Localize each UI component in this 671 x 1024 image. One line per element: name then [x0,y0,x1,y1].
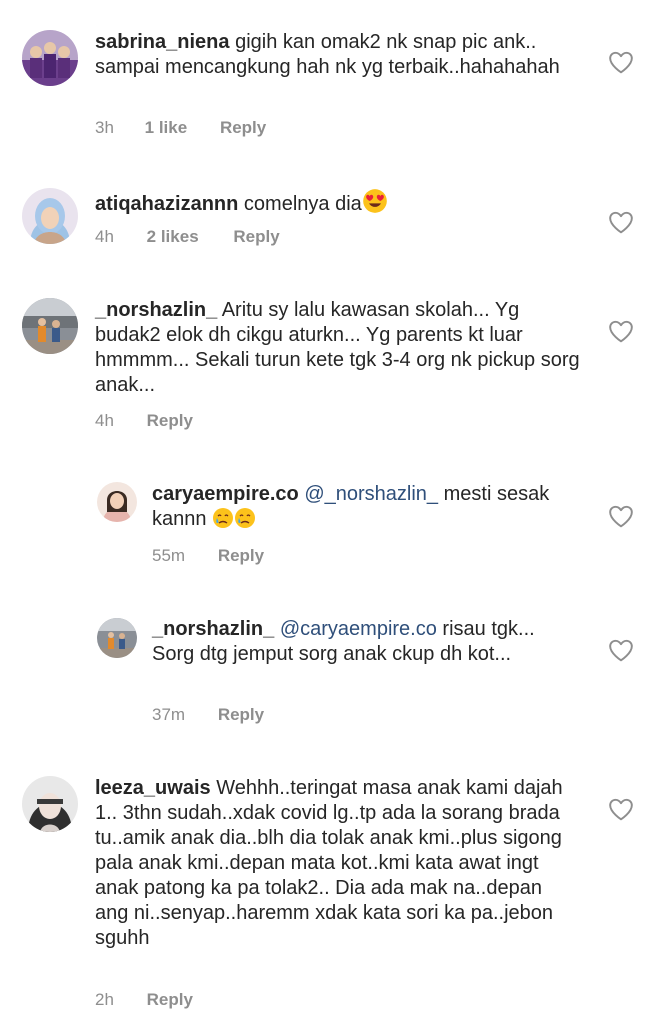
comment-meta: 55m Reply [152,546,264,566]
avatar[interactable] [97,482,137,522]
comment-username[interactable]: _norshazlin_ [152,618,274,640]
comment-body: Wehhh..teringat masa anak kami dajah 1..… [95,777,563,949]
comment-body: comelnya dia [243,193,362,215]
comment-text: caryaempire.co @_norshazlin_ mesti sesak… [152,482,552,532]
comment-time: 2h [95,990,114,1009]
comment-text: sabrina_niena gigih kan omak2 nk snap pi… [95,30,565,80]
comment-item: leeza_uwais Wehhh..teringat masa anak ka… [0,740,671,1024]
comment-time: 55m [152,546,186,565]
comment-item: sabrina_niena gigih kan omak2 nk snap pi… [0,0,671,150]
mention-link[interactable]: @_norshazlin_ [304,483,438,505]
comment-meta: 4h Reply [95,411,193,431]
like-heart-icon[interactable] [608,50,634,74]
reply-button[interactable]: Reply [147,411,193,431]
like-heart-icon[interactable] [608,638,634,662]
avatar[interactable] [97,618,137,658]
comment-text: _norshazlin_ Aritu sy lalu kawasan skola… [95,298,585,398]
comment-likes[interactable]: 1 like [145,118,188,138]
comment-meta: 3h 1 like Reply [95,118,266,138]
reply-button[interactable]: Reply [233,227,279,247]
avatar[interactable] [22,298,78,354]
like-heart-icon[interactable] [608,319,634,343]
comment-meta: 4h 2 likes Reply [95,227,280,247]
comment-username[interactable]: _norshazlin_ [95,299,217,321]
comment-text: leeza_uwais Wehhh..teringat masa anak ka… [95,776,575,951]
comment-username[interactable]: leeza_uwais [95,777,211,799]
comment-time: 3h [95,118,114,137]
comment-username[interactable]: sabrina_niena [95,31,230,53]
avatar[interactable] [22,30,78,86]
comment-time: 4h [95,411,114,430]
comment-time: 37m [152,705,186,724]
reply-comment-item: _norshazlin_ @caryaempire.co risau tgk..… [0,590,671,740]
comment-time: 4h [95,227,114,246]
heart-eyes-emoji [362,189,387,213]
avatar[interactable] [22,776,78,832]
comment-meta: 2h Reply [95,990,193,1010]
comment-item: _norshazlin_ Aritu sy lalu kawasan skola… [0,260,671,460]
avatar[interactable] [22,188,78,244]
reply-button[interactable]: Reply [218,705,264,725]
reply-button[interactable]: Reply [218,546,264,566]
like-heart-icon[interactable] [608,210,634,234]
like-heart-icon[interactable] [608,797,634,821]
reply-button[interactable]: Reply [220,118,266,138]
comment-text: _norshazlin_ @caryaempire.co risau tgk..… [152,617,572,667]
reply-button[interactable]: Reply [147,990,193,1010]
reply-comment-item: caryaempire.co @_norshazlin_ mesti sesak… [0,460,671,590]
comment-item: atiqahazizannn comelnya dia 4h 2 likes R… [0,150,671,260]
crying-face-emoji [213,508,234,528]
mention-link[interactable]: @caryaempire.co [280,618,437,640]
comment-text: atiqahazizannn comelnya dia [95,188,565,217]
comment-username[interactable]: caryaempire.co [152,483,299,505]
comment-meta: 37m Reply [152,705,264,725]
like-heart-icon[interactable] [608,504,634,528]
crying-face-emoji [235,508,256,528]
comment-likes[interactable]: 2 likes [147,227,199,247]
comment-username[interactable]: atiqahazizannn [95,193,238,215]
